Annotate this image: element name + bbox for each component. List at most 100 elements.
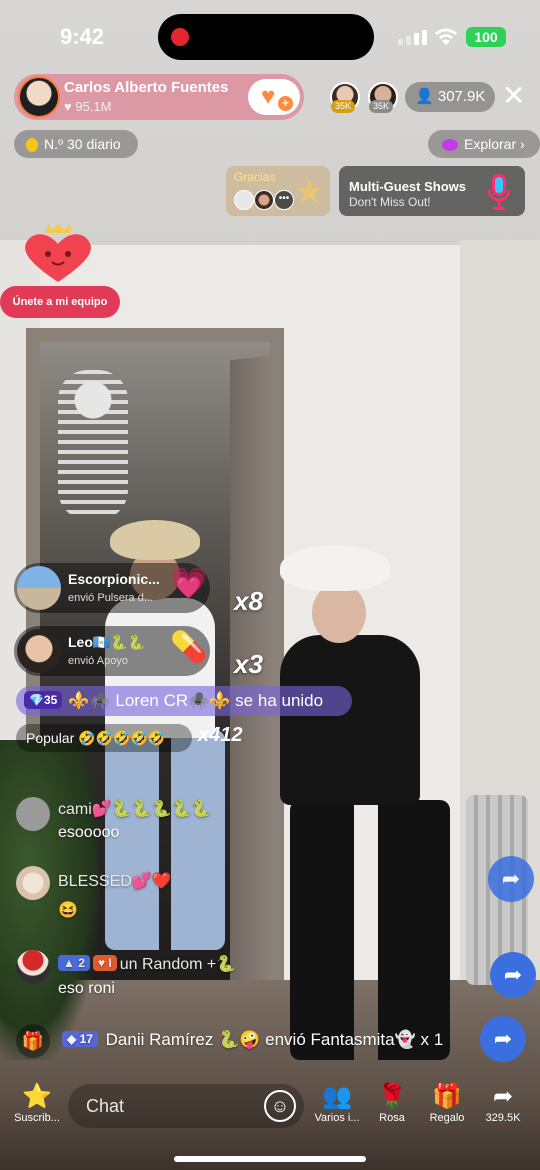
gift-label: Regalo xyxy=(429,1112,465,1124)
person-icon: 👤 xyxy=(415,88,438,105)
notification-text: Danii Ramírez 🐍🤪 envió Fantasmita👻 x 1 xyxy=(105,1030,444,1049)
daily-rank-pill[interactable]: N.º 30 diario xyxy=(14,130,138,158)
rose-button[interactable]: 🌹 Rosa xyxy=(370,1082,414,1124)
share-button[interactable]: ➦ 329.5K xyxy=(478,1082,528,1124)
commenter-name-text: un Random +🐍 xyxy=(119,956,237,973)
diamond-icon: ◈ xyxy=(67,1032,80,1046)
chat-placeholder: Chat xyxy=(86,1096,125,1116)
level-badge: ◈ 17 xyxy=(62,1031,98,1047)
fan-badge: ♥ I xyxy=(92,955,117,971)
share-arrow-icon[interactable]: ➦ xyxy=(480,1016,526,1062)
emoji-icon[interactable]: ☺ xyxy=(264,1090,296,1122)
join-team-button[interactable]: Únete a mi equipo xyxy=(0,286,120,318)
christmas-tree xyxy=(0,740,100,1060)
viewer-count[interactable]: 👤 307.9K xyxy=(405,82,495,112)
level-number: 35 xyxy=(43,693,58,707)
user-joined-banner: 💎35 ⚜️🕷️ Loren CR🕷️⚜️ se ha unido xyxy=(16,686,352,716)
close-button[interactable]: ✕ xyxy=(502,82,525,110)
gift-box-icon[interactable]: 🎁 xyxy=(16,1024,50,1058)
triangle-icon: ▲ xyxy=(63,956,79,970)
share-arrow-icon[interactable]: ➦ xyxy=(490,952,536,998)
share-arrow-icon[interactable]: ➦ xyxy=(488,856,534,902)
level-number: 17 xyxy=(79,1032,93,1046)
comment-text: 😆 xyxy=(58,902,78,919)
daily-rank-label: N.º 30 diario xyxy=(44,136,121,152)
viewer-badge-2: 35K xyxy=(369,100,394,113)
popular-reaction-pill: Popular 🤣🤣🤣🤣🤣 xyxy=(16,724,192,752)
share-count: 329.5K xyxy=(485,1112,521,1124)
multi-guest-label: Varios i... xyxy=(314,1112,360,1124)
host-likes-count: 95.1M xyxy=(75,99,112,114)
viewer-badge-1: 35K xyxy=(331,100,356,113)
gift-button[interactable]: 🎁 Regalo xyxy=(422,1082,472,1124)
subscribe-label: Suscrib... xyxy=(14,1112,60,1124)
bottom-bar: ⭐ Suscrib... Chat ☺ 👥 Varios i... 🌹 Rosa… xyxy=(0,1076,540,1146)
gifter-name: Leo🇬🇹🐍🐍 xyxy=(68,634,146,650)
gifter-name: Escorpionic... xyxy=(68,571,160,587)
gift-notification-text: ◈ 17 Danii Ramírez 🐍🤪 envió Fantasmita👻 … xyxy=(62,1030,443,1050)
gifter-avatar[interactable] xyxy=(17,629,61,673)
home-indicator[interactable] xyxy=(174,1156,366,1162)
level-badge: ▲ 2 xyxy=(58,955,90,971)
gift-description: envió Pulsera d... xyxy=(68,592,153,604)
microphone-icon xyxy=(487,174,511,210)
joined-text: ⚜️🕷️ Loren CR🕷️⚜️ se ha unido xyxy=(68,691,324,710)
clock: 9:42 xyxy=(60,24,105,49)
commenter-avatar[interactable] xyxy=(16,797,50,831)
heart-icon: ♥ xyxy=(97,956,109,970)
gifter-avatar[interactable] xyxy=(17,566,61,610)
heart-icon: ♥ xyxy=(64,99,76,114)
subscribe-button[interactable]: ⭐ Suscrib... xyxy=(10,1082,64,1124)
multi-guest-title: Multi-Guest Shows xyxy=(349,179,466,194)
skeleton-decoration xyxy=(58,370,128,520)
host-likes: ♥ 95.1M xyxy=(64,99,111,114)
multi-guest-button[interactable]: 👥 Varios i... xyxy=(310,1082,364,1124)
comment-text: eso roni xyxy=(58,980,115,997)
chat-input[interactable]: Chat ☺ xyxy=(68,1084,304,1128)
level-badge: 💎35 xyxy=(24,691,63,709)
dynamic-island xyxy=(158,14,374,60)
follow-button[interactable]: ♥ + xyxy=(248,79,300,115)
rose-icon: 🌹 xyxy=(377,1083,407,1110)
drop-icon xyxy=(26,138,38,153)
thanks-avatar-1 xyxy=(234,190,254,210)
rose-label: Rosa xyxy=(379,1112,405,1124)
people-icon: 👥 xyxy=(322,1083,352,1110)
commenter-avatar[interactable] xyxy=(16,950,50,984)
explore-icon xyxy=(442,139,458,152)
commenter-avatar[interactable] xyxy=(16,866,50,900)
heart-icon: ♥ xyxy=(261,83,276,110)
star-icon: ★ xyxy=(294,173,325,211)
commenter-name[interactable]: BLESSED💕❤️ xyxy=(58,871,172,891)
explore-button[interactable]: Explorar › xyxy=(428,130,540,158)
support-gift-icon: 💊 xyxy=(170,631,208,664)
team-heart-icon[interactable] xyxy=(18,222,98,286)
fan-level: I xyxy=(108,956,112,970)
battery-indicator: 100 xyxy=(466,27,506,47)
diamond-icon: 💎 xyxy=(29,693,44,707)
recording-dot-icon xyxy=(171,28,189,46)
bracelet-gift-icon: 💗 xyxy=(170,567,208,600)
level-number: 2 xyxy=(78,956,85,970)
more-icon: ••• xyxy=(274,190,294,210)
commenter-name[interactable]: cami💕🐍🐍🐍🐍🐍 xyxy=(58,799,211,819)
host-avatar[interactable] xyxy=(18,76,60,118)
multi-guest-subtitle: Don't Miss Out! xyxy=(349,195,431,209)
share-icon: ➦ xyxy=(492,1083,514,1110)
plus-icon: + xyxy=(278,96,293,111)
gift-description: envió Apoyo xyxy=(68,655,128,667)
explore-label: Explorar xyxy=(464,136,517,152)
status-bar: 9:42 100 xyxy=(0,0,540,70)
gift-multiplier: x3 xyxy=(234,649,263,679)
wifi-icon xyxy=(434,26,458,52)
person-right xyxy=(280,545,450,1065)
star-icon: ⭐ xyxy=(22,1083,52,1110)
commenter-name[interactable]: ▲ 2 ♥ Iun Random +🐍 xyxy=(58,954,236,974)
comment-text: esooooo xyxy=(58,824,120,841)
viewer-count-value: 307.9K xyxy=(437,88,486,105)
gift-icon: 🎁 xyxy=(432,1083,462,1110)
host-name[interactable]: Carlos Alberto Fuentes xyxy=(64,79,228,96)
thanks-label: Gracias xyxy=(234,170,276,184)
gift-notification: 🎁 ◈ 17 Danii Ramírez 🐍🤪 envió Fantasmita… xyxy=(16,1024,486,1058)
chevron-right-icon: › xyxy=(516,136,525,152)
